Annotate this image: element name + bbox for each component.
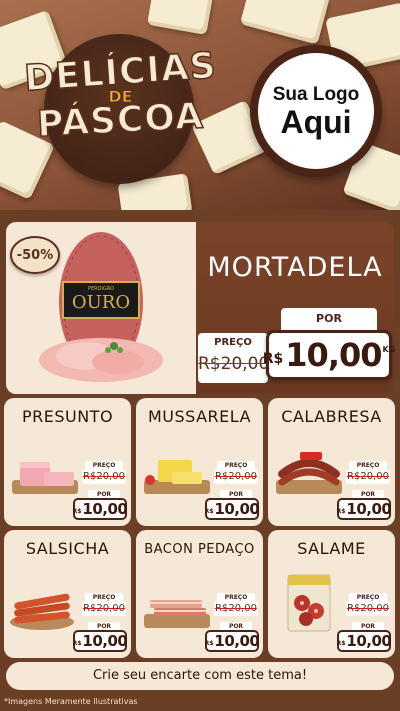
- cta-button[interactable]: Crie seu encarte com este tema!: [6, 662, 394, 690]
- price: 10,00: [214, 500, 260, 518]
- logo-line-1: Sua Logo: [272, 84, 360, 105]
- salame-image: [287, 574, 331, 632]
- title-line-3: PÁSCOA: [35, 95, 205, 146]
- price-box: R$ 10,00: [204, 630, 260, 652]
- header-banner: DELÍCIAS DE PÁSCOA Sua Logo Aqui: [0, 0, 400, 210]
- currency: R$: [204, 507, 214, 515]
- price: 10,00: [214, 632, 260, 650]
- product-card-calabresa[interactable]: CALABRESA PREÇO R$20,00 POR R$ 10,00: [268, 398, 395, 526]
- brand-small-label: PERDIGÃO: [88, 285, 114, 292]
- price-box: R$ 10,00: [72, 630, 128, 652]
- price: 10,00: [285, 336, 382, 374]
- old-price: R$20,00: [346, 602, 390, 616]
- bacon-image: [144, 600, 210, 628]
- featured-price-box: R$ 10,00 KG: [262, 330, 395, 380]
- old-price: R$20,00: [346, 470, 390, 484]
- presunto-image: [12, 462, 78, 494]
- preco-label: PREÇO: [214, 337, 252, 348]
- brand-label: OURO: [72, 292, 130, 313]
- price-box: R$ 10,00: [336, 630, 392, 652]
- old-price: R$20,00: [214, 602, 258, 616]
- product-card-bacon[interactable]: BACON PEDAÇO PREÇO R$20,00 POR R$ 10,00: [136, 530, 263, 658]
- currency: R$: [262, 351, 284, 367]
- discount-badge: -50%: [10, 236, 60, 274]
- product-name: PRESUNTO: [21, 407, 114, 426]
- currency: R$: [72, 507, 82, 515]
- price-box: R$ 10,00: [336, 498, 392, 520]
- price-box: R$ 10,00: [72, 498, 128, 520]
- currency: R$: [336, 507, 346, 515]
- white-chocolate-piece: [239, 0, 331, 45]
- product-card-presunto[interactable]: PRESUNTO PREÇO R$20,00 POR R$ 10,00: [4, 398, 131, 526]
- mussarela-image: [144, 460, 210, 494]
- product-name: CALABRESA: [281, 407, 382, 426]
- page-title: DELÍCIAS DE PÁSCOA: [8, 45, 233, 146]
- price: 10,00: [82, 632, 128, 650]
- logo-placeholder[interactable]: Sua Logo Aqui: [250, 45, 382, 177]
- product-name: SALAME: [297, 539, 366, 558]
- price: 10,00: [346, 632, 392, 650]
- old-price: R$20,00: [82, 602, 126, 616]
- price-box: R$ 10,00: [204, 498, 260, 520]
- product-name: BACON PEDAÇO: [144, 542, 255, 557]
- price: 10,00: [82, 500, 128, 518]
- currency: R$: [72, 639, 82, 647]
- old-price: R$20,00: [214, 470, 258, 484]
- white-chocolate-piece: [146, 0, 214, 35]
- product-card-salsicha[interactable]: SALSICHA PREÇO R$20,00 POR R$ 10,00: [4, 530, 131, 658]
- product-name: SALSICHA: [25, 539, 110, 558]
- currency: R$: [204, 639, 214, 647]
- price: 10,00: [346, 500, 392, 518]
- product-name: MUSSARELA: [147, 407, 252, 426]
- product-card-mussarela[interactable]: MUSSARELA PREÇO R$20,00 POR R$ 10,00: [136, 398, 263, 526]
- calabresa-image: [276, 452, 342, 494]
- featured-product-name: MORTADELA: [207, 252, 383, 283]
- featured-old-price-box: PREÇO R$20,00: [198, 333, 270, 383]
- old-price: R$20,00: [198, 354, 270, 374]
- disclaimer-text: *Imagens Meramente Ilustrativas: [4, 697, 138, 706]
- price-unit: KG: [382, 345, 396, 354]
- currency: R$: [336, 639, 346, 647]
- logo-line-2: Aqui: [280, 104, 352, 140]
- salsicha-image: [10, 593, 74, 630]
- por-label: POR: [281, 308, 377, 330]
- product-card-salame[interactable]: SALAME PREÇO R$20,00 POR R$ 10,00: [268, 530, 395, 658]
- old-price: R$20,00: [82, 470, 126, 484]
